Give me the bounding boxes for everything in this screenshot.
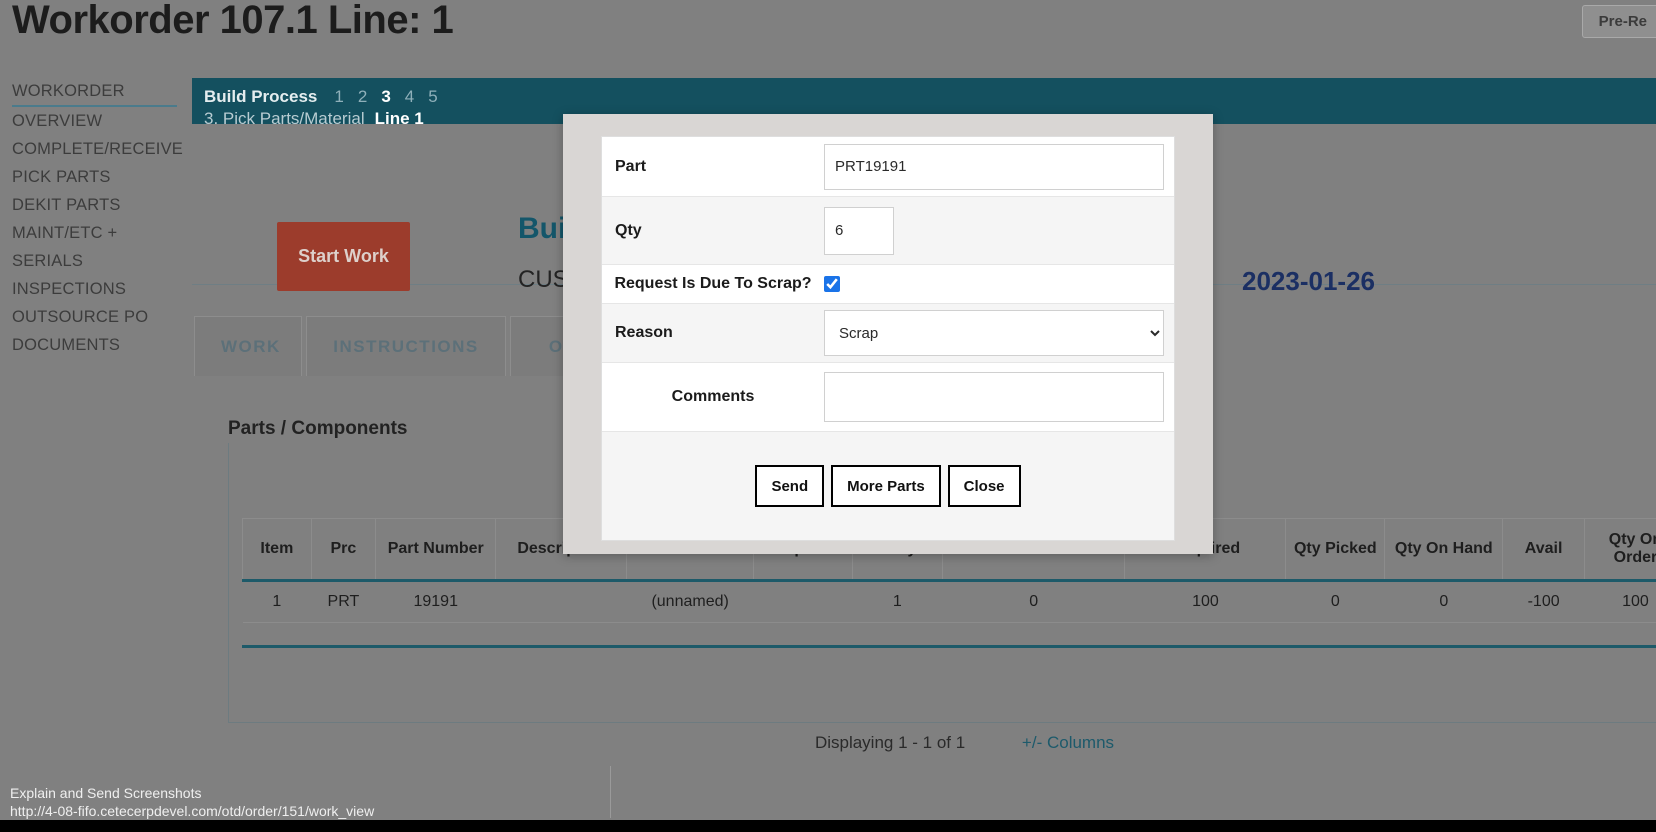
col-header-qty-on-hand: Qty On Hand	[1384, 518, 1504, 581]
status-bar: Explain and Send Screenshots http://4-08…	[0, 784, 1656, 820]
table-row[interactable]: 1 PRT 19191 (unnamed) 1 0 100 0 0 -100 100	[242, 580, 1656, 623]
page-title: Workorder 107.1 Line: 1	[12, 0, 454, 42]
cell-required: 100	[1124, 580, 1286, 623]
col-header-item: Item	[242, 518, 312, 581]
sidebar-item-inspections[interactable]: INSPECTIONS	[12, 276, 177, 304]
modal-row-reason: Reason Scrap	[602, 304, 1174, 363]
hero-date: 2023-01-26	[1242, 266, 1375, 296]
cell-qty-picked: 0	[1285, 580, 1385, 623]
cell-spec	[753, 580, 853, 623]
sidebar-item-pick-parts[interactable]: PICK PARTS	[12, 164, 177, 192]
col-header-avail: Avail	[1502, 518, 1585, 581]
col-header-qty-picked: Qty Picked	[1285, 518, 1386, 581]
cell-item: 1	[242, 580, 312, 623]
sidebar-item-complete-receive[interactable]: COMPLETE/RECEIVE	[12, 136, 183, 164]
parts-table-body: 1 PRT 19191 (unnamed) 1 0 100 0 0 -100 100	[242, 580, 1656, 623]
part-label: Part	[615, 157, 647, 175]
cell-avail: -100	[1502, 580, 1585, 623]
bottom-black-bar	[0, 820, 1656, 832]
cell-description	[495, 580, 627, 623]
tab-work[interactable]: WORK	[194, 316, 302, 376]
col-header-part-number: Part Number	[375, 518, 497, 581]
hero-subtitle: CUS	[518, 266, 569, 293]
sidebar-item-workorder[interactable]: WORKORDER	[12, 78, 177, 107]
modal-button-bar: Send More Parts Close	[602, 432, 1174, 540]
status-bar-line-2: http://4-08-fifo.cetecerpdevel.com/otd/o…	[10, 803, 375, 819]
request-parts-modal: Part Qty Request Is Due To Scrap? Reason…	[601, 136, 1175, 541]
qty-label: Qty	[615, 221, 642, 239]
cell-revision: (unnamed)	[626, 580, 754, 623]
toggle-columns-link[interactable]: +/- Columns	[1022, 733, 1114, 752]
cell-measurement: 0	[942, 580, 1125, 623]
modal-row-part: Part	[602, 137, 1174, 197]
build-process-steps-row: Build Process 1 2 3 4 5	[204, 86, 1656, 108]
build-step-1[interactable]: 1	[334, 86, 343, 108]
tab-instructions[interactable]: INSTRUCTIONS	[306, 316, 506, 376]
parts-table-footer: Displaying 1 - 1 of 1 +/- Columns	[242, 733, 1656, 753]
build-step-3[interactable]: 3	[381, 86, 390, 108]
cell-prc: PRT	[311, 580, 376, 623]
col-header-prc: Prc	[310, 518, 377, 581]
cell-qty-on-order[interactable]: 100	[1584, 580, 1656, 623]
sidebar-item-dekit-parts[interactable]: DEKIT PARTS	[12, 192, 177, 220]
close-button[interactable]: Close	[947, 465, 1021, 507]
comments-label: Comments	[671, 388, 755, 405]
displaying-count: Displaying 1 - 1 of 1	[814, 733, 966, 752]
sidebar-item-documents[interactable]: DOCUMENTS	[12, 332, 177, 360]
reason-label: Reason	[615, 324, 673, 341]
build-process-label: Build Process	[204, 87, 318, 106]
sidebar-item-maint-etc[interactable]: MAINT/ETC +	[12, 220, 177, 248]
comments-input[interactable]	[824, 372, 1164, 422]
build-step-4[interactable]: 4	[405, 86, 414, 108]
pre-release-button[interactable]: Pre-Re	[1581, 5, 1656, 38]
start-work-button[interactable]: Start Work	[277, 222, 410, 291]
modal-row-scrap: Request Is Due To Scrap?	[602, 265, 1174, 304]
parts-section-heading: Parts / Components	[228, 418, 408, 439]
send-button[interactable]: Send	[755, 465, 825, 507]
build-step-2[interactable]: 2	[358, 86, 367, 108]
sidebar-item-serials[interactable]: SERIALS	[12, 248, 177, 276]
cell-assy: 1	[852, 580, 943, 623]
modal-row-comments: Comments	[602, 363, 1174, 432]
sidebar-item-overview[interactable]: OVERVIEW	[12, 108, 177, 136]
modal-row-qty: Qty	[602, 197, 1174, 265]
status-bar-line-1: Explain and Send Screenshots	[10, 785, 202, 801]
reason-select[interactable]: Scrap	[824, 310, 1164, 356]
sidebar-nav: WORKORDER OVERVIEW COMPLETE/RECEIVE PICK PA…	[12, 78, 183, 360]
part-input[interactable]	[824, 143, 1164, 190]
table-header-underline	[242, 645, 1656, 648]
cell-part-number[interactable]: 19191	[375, 580, 496, 623]
more-parts-button[interactable]: More Parts	[831, 465, 941, 507]
build-step-5[interactable]: 5	[428, 86, 437, 108]
sidebar-item-outsource-po[interactable]: OUTSOURCE PO	[12, 304, 177, 332]
scrap-label: Request Is Due To Scrap?	[614, 275, 812, 292]
qty-input[interactable]	[824, 206, 894, 255]
cell-qty-on-hand: 0	[1384, 580, 1503, 623]
col-header-qty-on-order: Qty On Order	[1583, 518, 1656, 581]
scrap-checkbox[interactable]	[824, 276, 840, 292]
